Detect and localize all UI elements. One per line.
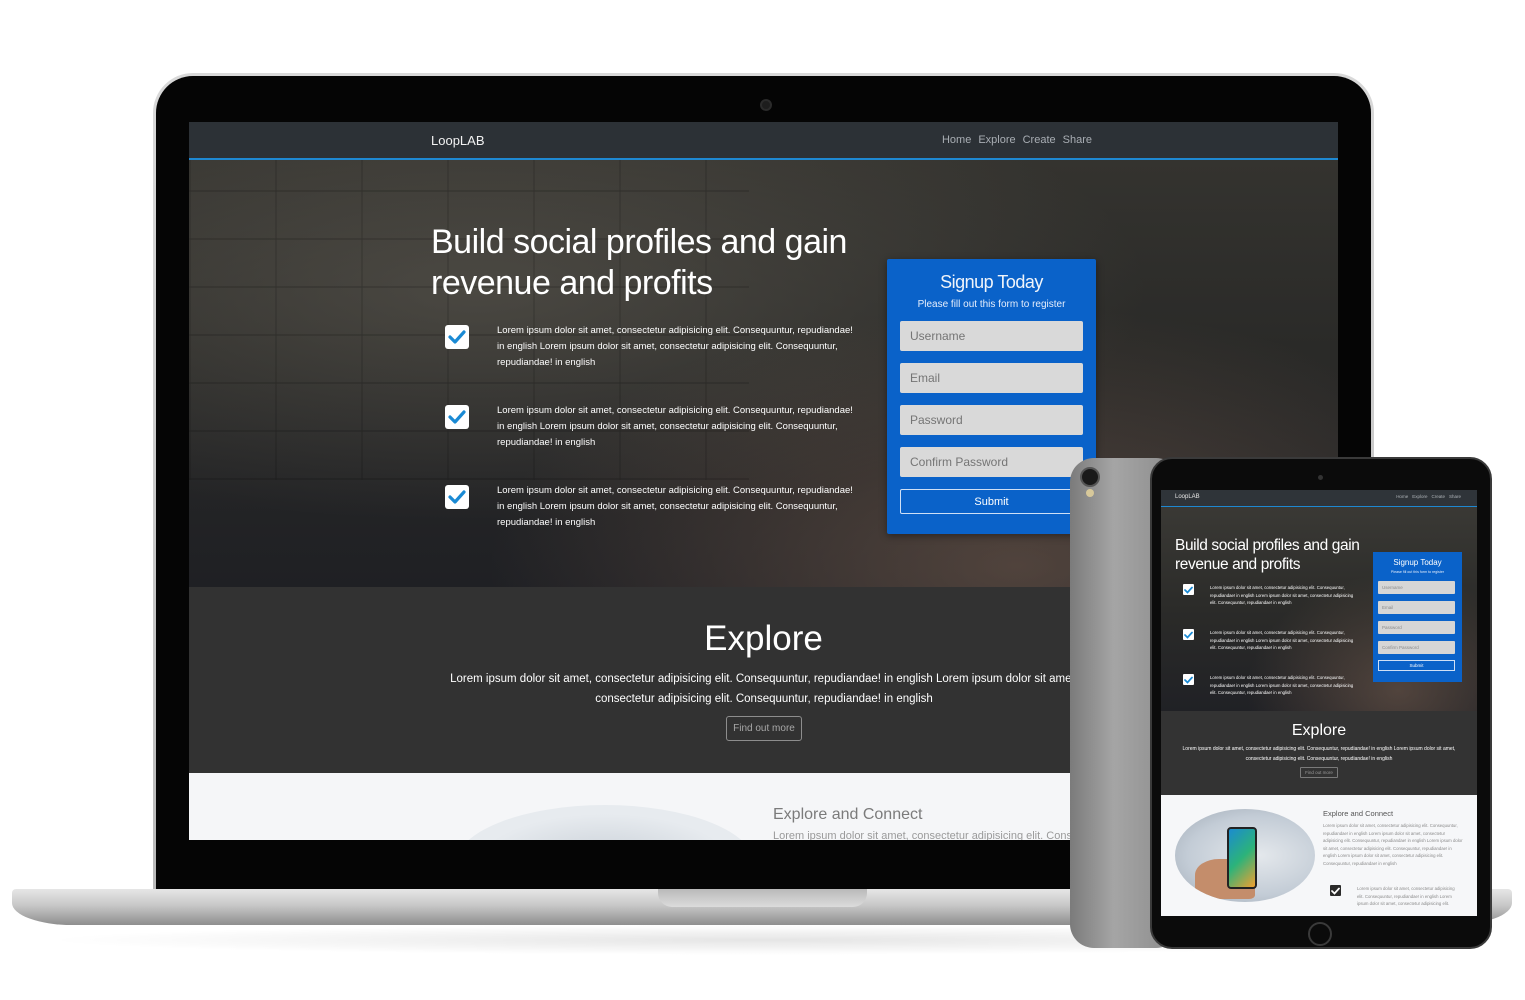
tablet-nav-links: Home Explore Create Share: [1396, 494, 1461, 499]
tablet-password-field[interactable]: Password: [1378, 621, 1455, 634]
feature-text: Lorem ipsum dolor sit amet, consectetur …: [497, 485, 853, 528]
signup-form: Signup Today Please fill out this form t…: [887, 259, 1096, 534]
tablet-signup-form: Signup Today Please fill out this form t…: [1373, 552, 1462, 682]
tablet-username-field[interactable]: Username: [1378, 581, 1455, 594]
tablet-feature-text: Lorem ipsum dolor sit amet, consectetur …: [1210, 675, 1354, 695]
camera-icon: [760, 99, 772, 111]
feature-text: Lorem ipsum dolor sit amet, consectetur …: [497, 325, 853, 368]
tablet-feature-text: Lorem ipsum dolor sit amet, consectetur …: [1210, 630, 1354, 650]
explore-text: Lorem ipsum dolor sit amet, consectetur …: [450, 673, 1078, 705]
tablet-brand-logo[interactable]: LoopLAB: [1175, 494, 1200, 500]
tablet-connect-title: Explore and Connect: [1323, 809, 1394, 818]
tablet-feature-text: Lorem ipsum dolor sit amet, consectetur …: [1210, 585, 1354, 605]
phone-icon: [1227, 827, 1257, 889]
tablet-explore-section: Explore Lorem ipsum dolor sit amet, cons…: [1161, 711, 1477, 795]
tablet-connect-section: Explore and Connect Lorem ipsum dolor si…: [1161, 795, 1477, 916]
tablet-nav-create[interactable]: Create: [1431, 494, 1445, 499]
tablet-email-field[interactable]: Email: [1378, 601, 1455, 614]
brand-logo[interactable]: LoopLAB: [431, 133, 485, 148]
find-out-more-button[interactable]: Find out more: [726, 716, 802, 741]
phone-in-hand-image: [1175, 809, 1315, 902]
checkbox-checked-icon: [1330, 885, 1341, 896]
submit-button[interactable]: Submit: [900, 489, 1083, 514]
tablet-connect-feature-text: Lorem ipsum dolor sit amet, consectetur …: [1357, 886, 1455, 906]
tablet-hero-title: Build social profiles and gain revenue a…: [1175, 537, 1360, 573]
nav-links: Home Explore Create Share: [942, 134, 1092, 146]
username-field[interactable]: [900, 321, 1083, 351]
confirm-password-field[interactable]: [900, 447, 1083, 477]
nav-share[interactable]: Share: [1063, 134, 1092, 146]
checkbox-checked-icon: [445, 325, 469, 349]
nav-home[interactable]: Home: [942, 134, 971, 146]
checkbox-checked-icon: [1183, 584, 1194, 595]
password-field[interactable]: [900, 405, 1083, 435]
tablet-front-camera: [1318, 475, 1323, 480]
connect-title: Explore and Connect: [773, 806, 923, 823]
connect-image: [455, 805, 755, 840]
tablet-nav-home[interactable]: Home: [1396, 494, 1408, 499]
tablet-explore-title: Explore: [1291, 722, 1347, 739]
hero-title: Build social profiles and gain revenue a…: [431, 223, 847, 302]
signup-title: Signup Today: [940, 272, 1043, 292]
tablet-confirm-password-field[interactable]: Confirm Password: [1378, 641, 1455, 654]
tablet-screen: LoopLAB Home Explore Create Share Build …: [1161, 490, 1477, 916]
tablet-explore-text: Lorem ipsum dolor sit amet, consectetur …: [1182, 746, 1456, 762]
tablet-nav-explore[interactable]: Explore: [1412, 494, 1427, 499]
tablet-connect-text: Lorem ipsum dolor sit amet, consectetur …: [1323, 823, 1463, 866]
tablet-signup-subtitle: Please fill out this form to register: [1390, 570, 1445, 574]
home-button[interactable]: [1308, 922, 1332, 946]
checkbox-checked-icon: [445, 485, 469, 509]
camera-icon: [1080, 467, 1100, 487]
nav-create[interactable]: Create: [1023, 134, 1056, 146]
flash-icon: [1086, 489, 1094, 497]
checkbox-checked-icon: [1183, 629, 1194, 640]
tablet-signup-title: Signup Today: [1393, 558, 1442, 567]
tablet-navbar: LoopLAB Home Explore Create Share: [1161, 490, 1477, 507]
navbar: LoopLAB Home Explore Create Share: [189, 122, 1338, 160]
nav-explore[interactable]: Explore: [978, 134, 1015, 146]
checkbox-checked-icon: [445, 405, 469, 429]
checkbox-checked-icon: [1183, 674, 1194, 685]
laptop-trackpad-notch: [658, 889, 867, 907]
tablet-hero-section: Build social profiles and gain revenue a…: [1161, 507, 1477, 711]
tablet-submit-button[interactable]: Submit: [1378, 660, 1455, 671]
tablet-find-out-more-button[interactable]: Find out more: [1300, 767, 1338, 778]
signup-subtitle: Please fill out this form to register: [917, 299, 1066, 310]
feature-text: Lorem ipsum dolor sit amet, consectetur …: [497, 405, 853, 448]
tablet-nav-share[interactable]: Share: [1449, 494, 1461, 499]
email-field[interactable]: [900, 363, 1083, 393]
connect-text: Lorem ipsum dolor sit amet, consectetur …: [773, 830, 1118, 840]
